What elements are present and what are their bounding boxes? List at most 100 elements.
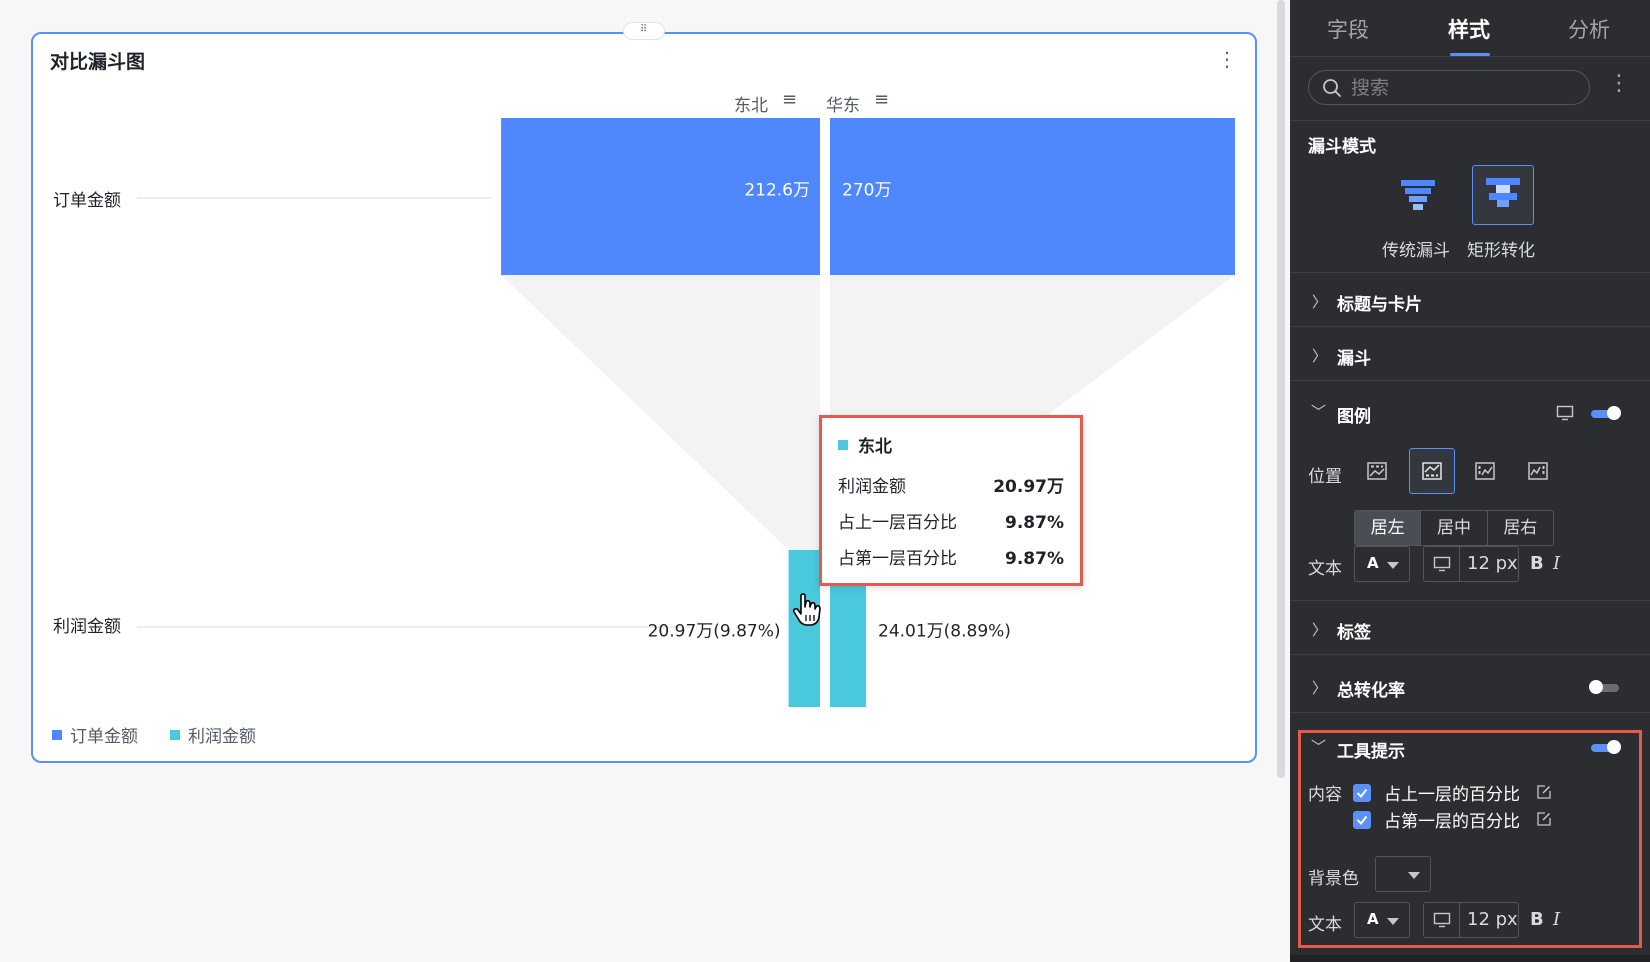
section-tooltip[interactable]: 工具提示 [1337,737,1405,762]
chevron-right-icon[interactable]: 〉 [1312,619,1327,640]
edit-icon[interactable] [1536,784,1552,800]
total-rate-toggle[interactable] [1589,680,1619,694]
chevron-right-icon[interactable]: 〉 [1312,677,1327,698]
stage-label-order: 订单金额 [53,191,121,211]
italic-button[interactable]: I [1553,909,1560,930]
stage-label-profit: 利润金额 [53,617,121,637]
group-menu-icon[interactable]: ≡ [782,89,797,110]
content-item-label: 占第一层的百分比 [1384,812,1520,832]
chevron-right-icon[interactable]: 〉 [1312,291,1327,312]
legend-swatch [170,729,180,740]
divider [1290,600,1650,601]
content-label: 内容 [1308,785,1342,805]
tooltip-row-label: 占上一层百分比 [838,513,957,533]
legend-label: 利润金额 [188,727,256,747]
font-color-icon: A [1367,554,1379,572]
tooltip-font-color-select[interactable]: A [1354,902,1410,938]
tooltip-font-size-box[interactable]: 12 px [1423,902,1519,938]
tooltip-row-label: 利润金额 [838,477,906,497]
bold-button[interactable]: B [1530,553,1544,574]
legend-font-color-select[interactable]: A [1354,546,1410,582]
check-icon [1356,788,1368,799]
tooltip-row-value: 9.87% [1005,513,1064,533]
tooltip-title: 东北 [858,437,892,457]
legend-top-icon [1367,462,1387,480]
text-label: 文本 [1308,559,1342,579]
legend-toggle[interactable] [1591,406,1621,420]
tooltip-row-label: 占第一层百分比 [838,549,957,569]
italic-button[interactable]: I [1553,553,1560,574]
section-funnel[interactable]: 漏斗 [1337,344,1371,369]
font-size-value: 12 px [1467,553,1518,574]
legend-align-group: 居左 居中 居右 [1354,510,1554,546]
checkbox-first-layer-percent[interactable] [1353,811,1371,829]
settings-panel: 字段 样式 分析 ⋮ 漏斗模式 传统漏斗 矩形转化 〉 标题与卡 [1290,0,1650,962]
tooltip-header: 东北 [838,432,1064,457]
search-icon [1323,79,1341,97]
legend-position-left[interactable] [1462,448,1508,494]
divider [1290,654,1650,655]
section-title-card[interactable]: 标题与卡片 [1337,290,1422,315]
font-color-icon: A [1367,910,1379,928]
divider [1290,272,1650,273]
tooltip-row: 利润金额 20.97万 [838,469,1064,505]
chevron-down-icon [1408,872,1420,879]
mode-option-rectangle[interactable] [1472,165,1534,225]
panel-tabs: 字段 样式 分析 [1290,0,1650,57]
align-right-button[interactable]: 居右 [1488,511,1553,545]
divider [1290,326,1650,327]
chevron-down-icon[interactable]: ﹀ [1311,401,1326,422]
search-box[interactable] [1308,70,1590,105]
hand-cursor-icon [792,593,821,626]
tab-style[interactable]: 样式 [1448,14,1490,44]
legend-item-profit[interactable]: 利润金额 [170,722,256,747]
canvas-scrollbar[interactable] [1277,0,1285,778]
chevron-right-icon[interactable]: 〉 [1312,345,1327,366]
data-label: 20.97万(9.87%) [648,622,781,642]
check-icon [1356,815,1368,826]
divider [1290,712,1650,713]
legend-item-order[interactable]: 订单金额 [52,722,138,747]
rectangle-funnel-icon [1486,178,1520,207]
tooltip-row: 占上一层百分比 9.87% [838,505,1064,541]
funnel-chart: 212.6万 270万 20.97万(9.87%) 24.01万(8.89%) [137,118,1235,707]
section-legend[interactable]: 图例 [1337,402,1371,427]
legend-position-bottom[interactable] [1409,448,1455,494]
tab-fields[interactable]: 字段 [1327,14,1369,44]
legend-bottom-icon [1422,462,1442,480]
section-total-rate[interactable]: 总转化率 [1337,676,1405,701]
text-label: 文本 [1308,915,1342,935]
align-left-button[interactable]: 居左 [1355,511,1422,545]
content-item-label: 占上一层的百分比 [1384,785,1520,805]
panel-bottom-edge [1290,955,1650,962]
group-menu-icon[interactable]: ≡ [874,89,889,110]
search-input[interactable] [1351,75,1581,100]
legend-right-icon [1528,462,1548,480]
chevron-down-icon [1387,562,1399,569]
bold-button[interactable]: B [1530,909,1544,930]
section-labels[interactable]: 标签 [1337,618,1371,643]
tooltip-swatch [838,439,848,450]
funnel-bar-profit[interactable] [788,550,820,707]
group-header-dongbei: 东北 [734,96,768,116]
legend-font-size-box[interactable]: 12 px [1423,546,1519,582]
align-center-button[interactable]: 居中 [1421,511,1488,545]
panel-more-icon[interactable]: ⋮ [1608,71,1630,96]
tab-analysis[interactable]: 分析 [1568,14,1610,44]
chevron-down-icon [1387,918,1399,925]
legend-position-right[interactable] [1515,448,1561,494]
conversion-area [501,275,820,550]
chevron-down-icon[interactable]: ﹀ [1311,736,1326,757]
legend-position-top[interactable] [1354,448,1400,494]
tooltip-toggle[interactable] [1591,740,1621,754]
funnel-mode-title: 漏斗模式 [1308,137,1376,157]
mode-option-traditional[interactable] [1387,165,1449,225]
data-label: 270万 [842,181,891,201]
font-size-value: 12 px [1467,909,1518,930]
chart-tooltip: 东北 利润金额 20.97万 占上一层百分比 9.87% 占第一层百分比 9.8… [819,415,1083,586]
edit-icon[interactable] [1536,811,1552,827]
data-label: 24.01万(8.89%) [878,622,1011,642]
legend-label: 订单金额 [70,727,138,747]
checkbox-prev-layer-percent[interactable] [1353,784,1371,802]
tooltip-bg-color-select[interactable] [1375,856,1431,892]
